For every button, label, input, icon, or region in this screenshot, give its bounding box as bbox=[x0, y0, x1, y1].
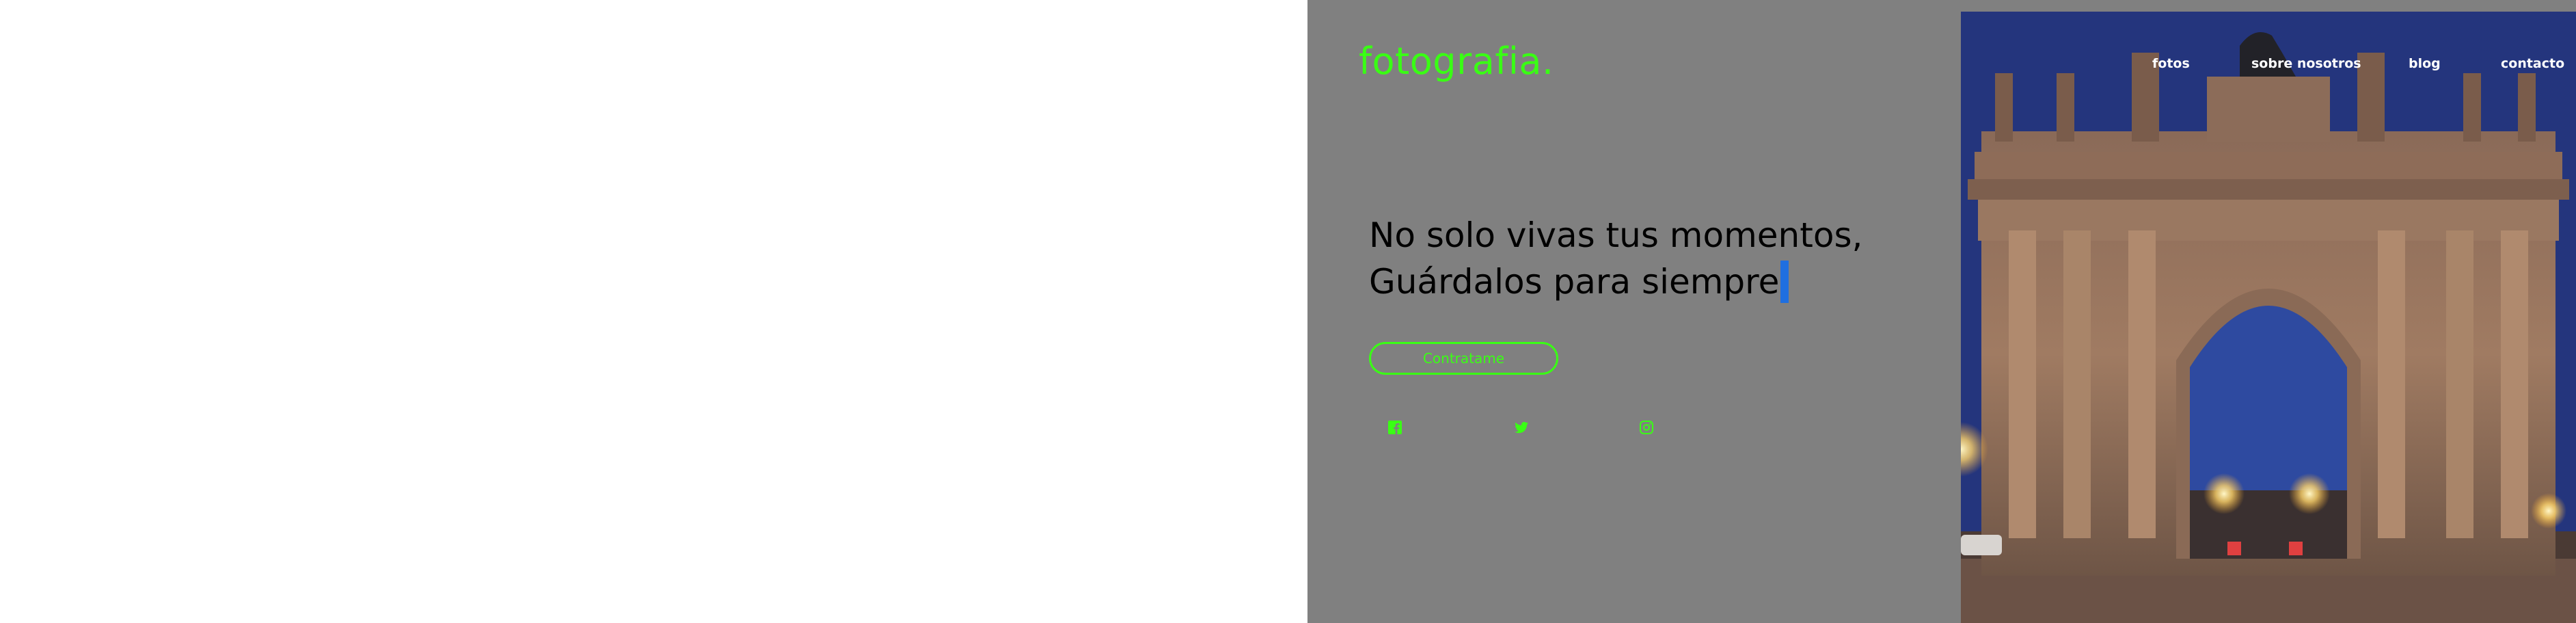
nav-item-sobre-nosotros[interactable]: sobre nosotros bbox=[2251, 56, 2361, 71]
nav-item-fotos[interactable]: fotos bbox=[2152, 56, 2190, 71]
instagram-icon[interactable] bbox=[1638, 419, 1655, 436]
headline-line-2: Guárdalos para siempre bbox=[1369, 259, 1862, 305]
hero-headline: No solo vivas tus momentos, Guárdalos pa… bbox=[1369, 212, 1862, 305]
site-logo[interactable]: fotografia. bbox=[1359, 40, 1554, 83]
blank-area bbox=[0, 0, 1307, 623]
facebook-icon[interactable] bbox=[1387, 419, 1403, 436]
nav-item-blog[interactable]: blog bbox=[2409, 56, 2441, 71]
main-nav: fotos sobre nosotros blog contacto bbox=[1961, 56, 2576, 77]
arch-illustration bbox=[1961, 12, 2576, 623]
headline-line-2-text: Guárdalos para siempre bbox=[1369, 262, 1780, 302]
hire-me-button[interactable]: Contratame bbox=[1369, 342, 1558, 375]
twitter-icon[interactable] bbox=[1513, 419, 1530, 436]
arch-photo bbox=[1961, 12, 2576, 623]
headline-line-1: No solo vivas tus momentos, bbox=[1369, 215, 1863, 255]
text-selection-cursor bbox=[1780, 261, 1789, 303]
nav-item-contacto[interactable]: contacto bbox=[2501, 56, 2564, 71]
